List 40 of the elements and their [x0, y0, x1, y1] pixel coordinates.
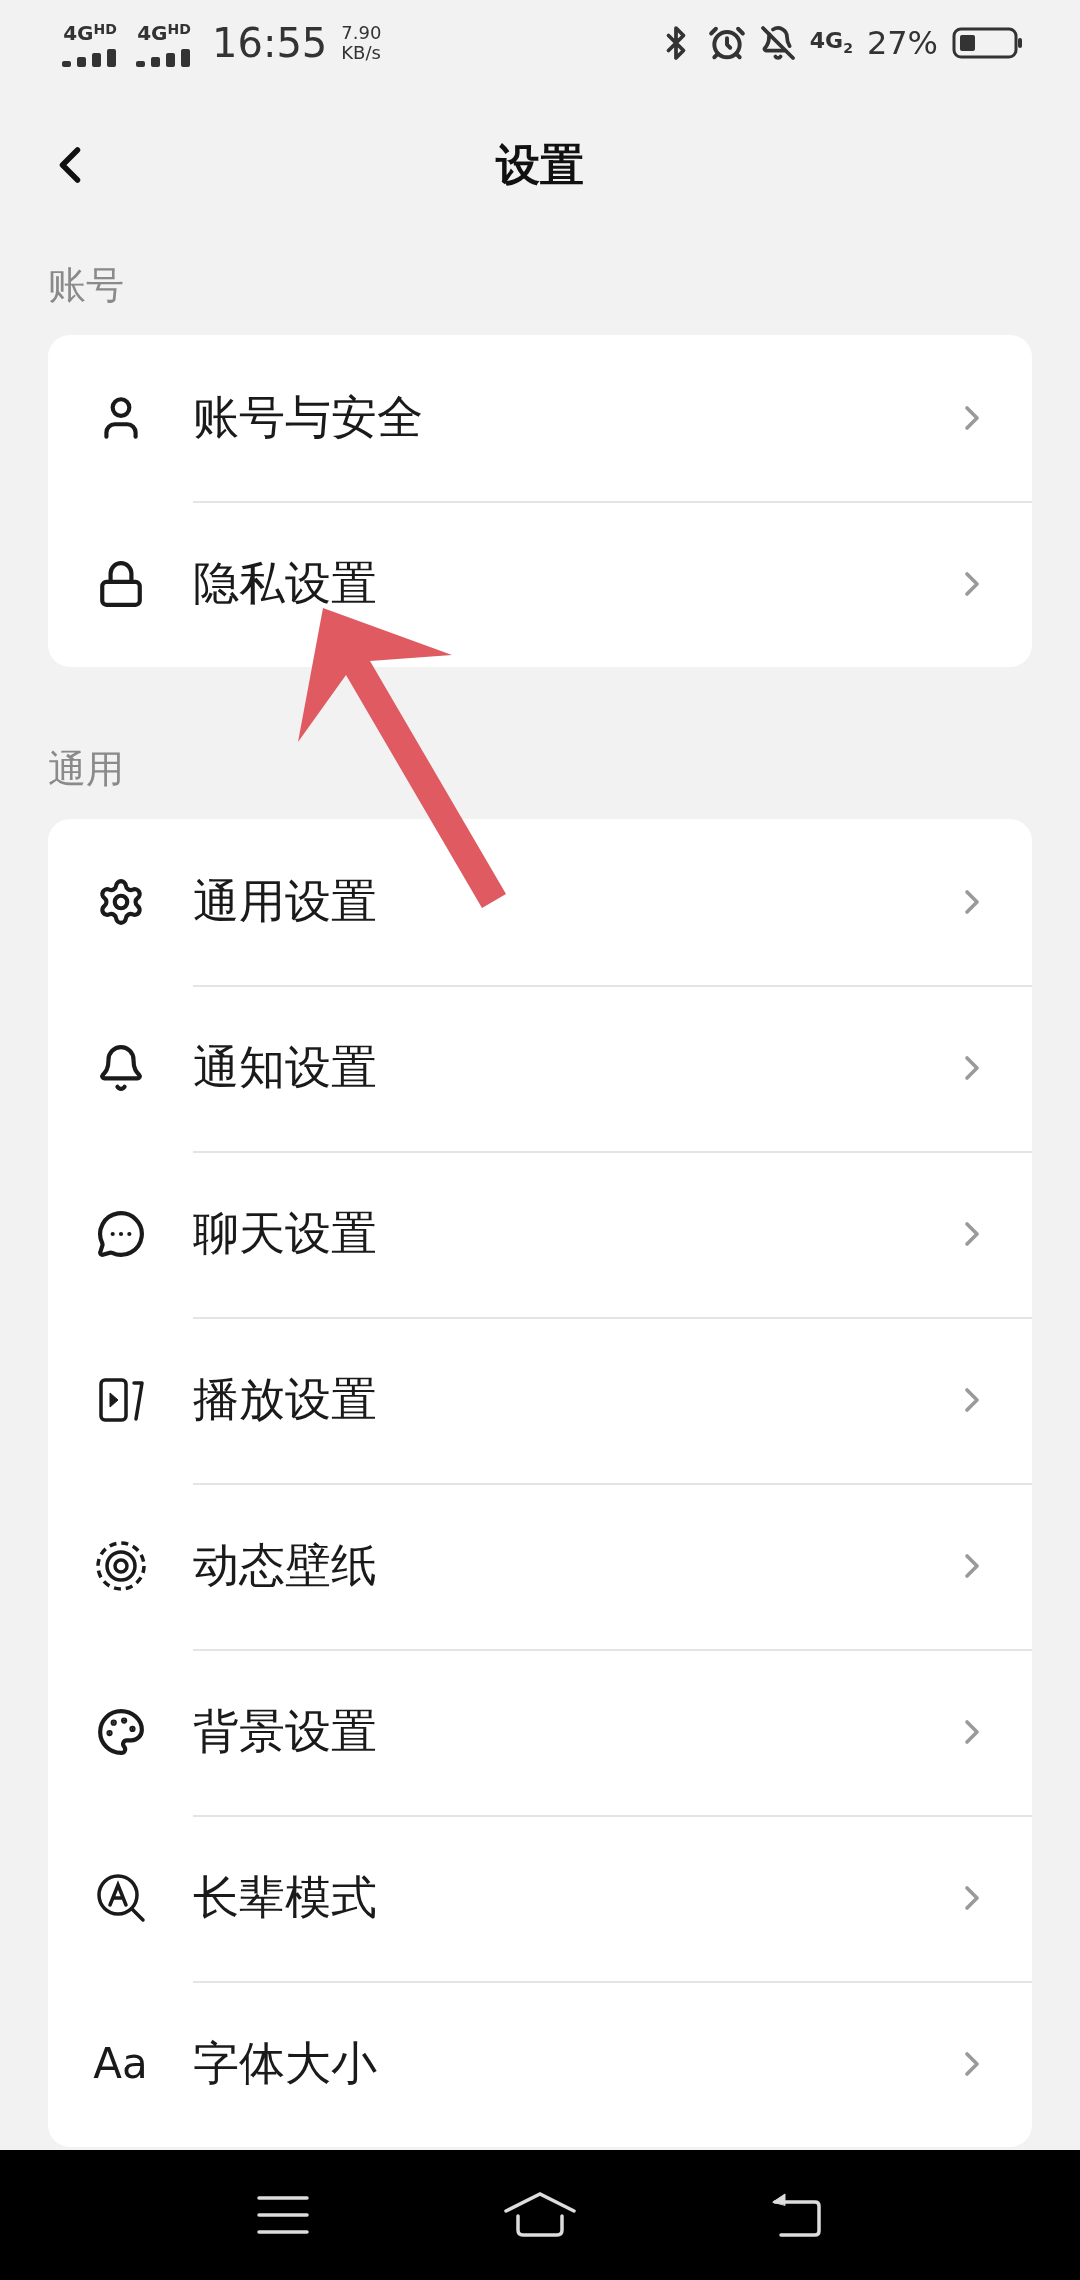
settings-item[interactable]: 长辈模式: [48, 1815, 1032, 1981]
home-button[interactable]: [504, 2192, 576, 2238]
battery-percent: 27%: [866, 23, 938, 62]
item-label: 账号与安全: [193, 389, 424, 446]
item-label: 背景设置: [193, 1703, 378, 1760]
settings-item[interactable]: 通知设置: [48, 985, 1032, 1151]
font-size-icon: Aa: [93, 2043, 148, 2085]
network-speed-unit: KB/s: [341, 42, 382, 63]
settings-item[interactable]: 隐私设置: [48, 501, 1032, 667]
page-title: 设置: [496, 137, 584, 192]
palette-icon: [95, 1707, 146, 1757]
dashed-target-icon: [94, 1540, 147, 1592]
settings-item[interactable]: Aa 字体大小: [48, 1981, 1032, 2147]
item-label: 长辈模式: [193, 1869, 378, 1926]
item-label: 动态壁纸: [193, 1537, 378, 1594]
settings-item[interactable]: 聊天设置: [48, 1151, 1032, 1317]
back-nav-button[interactable]: [770, 2193, 823, 2237]
item-label: 字体大小: [193, 2035, 378, 2092]
section-title: 账号: [48, 262, 124, 309]
battery-icon: [952, 25, 1024, 60]
settings-item[interactable]: 账号与安全: [48, 335, 1032, 501]
bell-off-icon: [759, 24, 796, 61]
chat-bubble-icon: [95, 1209, 146, 1259]
item-label: 播放设置: [193, 1371, 378, 1428]
item-label: 通知设置: [193, 1039, 378, 1096]
item-label: 通用设置: [193, 873, 378, 930]
network-type: 4G$^{HD}$: [137, 19, 191, 43]
item-label: 聊天设置: [193, 1205, 378, 1262]
mobile-data-indicator: 4G$_{2}$: [809, 28, 853, 57]
network-speed: 7.90: [341, 22, 382, 43]
settings-item[interactable]: 动态壁纸: [48, 1483, 1032, 1649]
network-type: 4G$^{HD}$: [63, 19, 117, 43]
item-label: 隐私设置: [193, 555, 378, 612]
status-time: 16:55: [212, 19, 328, 66]
magnifier-letter-icon: [94, 1872, 147, 1924]
settings-item[interactable]: 通用设置: [48, 819, 1032, 985]
section-title: 通用: [48, 746, 124, 793]
settings-item[interactable]: 播放设置: [48, 1317, 1032, 1483]
settings-item[interactable]: 背景设置: [48, 1649, 1032, 1815]
menu-button[interactable]: [257, 2195, 310, 2235]
